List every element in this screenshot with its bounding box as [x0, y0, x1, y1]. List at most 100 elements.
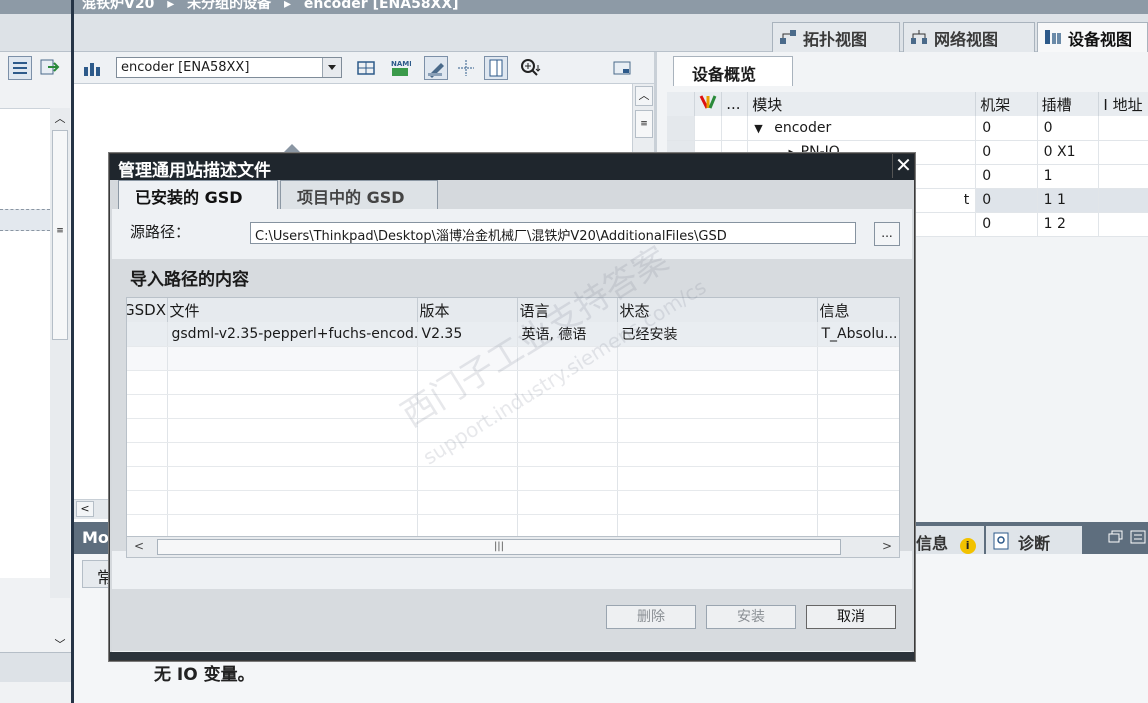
- browse-button[interactable]: ...: [874, 222, 900, 246]
- table-row[interactable]: gsdml-v2.35-pepperl+fuchs-encod... V2.35…: [127, 322, 899, 347]
- scroll-thumb[interactable]: |||: [157, 539, 841, 555]
- column-header-info[interactable]: 信息: [817, 298, 899, 322]
- table-row: [127, 514, 899, 536]
- rack-cell: 0: [975, 140, 1038, 165]
- export-icon[interactable]: [38, 56, 62, 80]
- view-tabs-bar: 拓扑视图 网络视图 设备视图: [0, 14, 1148, 52]
- table-row: [127, 442, 899, 467]
- left-scrollbar[interactable]: ︿ ≡ ﹀: [50, 108, 70, 651]
- topology-icon: [780, 30, 796, 44]
- list-view-icon[interactable]: [8, 56, 32, 80]
- info-cell: T_Absolu...: [817, 322, 899, 347]
- tab-info[interactable]: 信息 i: [912, 526, 984, 554]
- column-header-i-address[interactable]: I 地址: [1098, 92, 1148, 116]
- gsd-file-table: GSDX 文件 版本 语言 状态 信息 gsdml-v2.35-pepperl+…: [126, 297, 900, 537]
- rack-cell: 0: [975, 164, 1038, 189]
- properties-icon[interactable]: [610, 56, 634, 80]
- manage-gsd-dialog: 管理通用站描述文件 ✕ 已安装的 GSD 项目中的 GSD 源路径： C:\Us…: [109, 153, 915, 661]
- column-header-rack[interactable]: 机架: [975, 92, 1038, 116]
- breadcrumb: 混铁炉V20 ▸ 未分组的设备 ▸ encoder [ENA58XX]: [0, 0, 1148, 14]
- column-header-gsdx[interactable]: GSDX: [127, 298, 168, 322]
- column-header-slot[interactable]: 插槽: [1037, 92, 1100, 116]
- language-cell: 英语, 德语: [517, 322, 618, 347]
- rack-cell: 0: [975, 212, 1038, 237]
- left-panel: ︿ ≡ ﹀: [0, 52, 72, 703]
- column-header-blank: [667, 92, 696, 116]
- rack-cell: 0: [975, 116, 1038, 141]
- source-path-field[interactable]: C:\Users\Thinkpad\Desktop\淄博冶金机械厂\混铁炉V20…: [250, 222, 856, 244]
- table-row[interactable]: [127, 346, 899, 371]
- inspector-title: Mo: [82, 528, 109, 547]
- table-view-icon[interactable]: [354, 56, 378, 80]
- grid-icon[interactable]: [454, 56, 478, 80]
- table-row: [127, 466, 899, 491]
- tab-network-view[interactable]: 网络视图: [903, 22, 1035, 52]
- slot-cell: 0: [1037, 116, 1100, 141]
- status-icon: [699, 95, 717, 109]
- install-button[interactable]: 安装: [706, 605, 796, 629]
- close-icon[interactable]: ✕: [892, 154, 914, 178]
- device-icon: [1045, 30, 1061, 44]
- breadcrumb-group[interactable]: 未分组的设备: [187, 0, 271, 12]
- slot-cell: 1 1: [1037, 188, 1100, 213]
- column-header-status[interactable]: 状态: [617, 298, 818, 322]
- tab-installed-gsd[interactable]: 已安装的 GSD: [118, 180, 278, 209]
- left-bottom-bar: [0, 652, 72, 682]
- scroll-left-icon[interactable]: <: [129, 539, 149, 555]
- device-select[interactable]: encoder [ENA58XX]: [116, 57, 342, 78]
- restore-window-icon[interactable]: [1108, 530, 1124, 544]
- scroll-up-icon[interactable]: ︿: [52, 110, 68, 128]
- zoom-icon[interactable]: [518, 56, 542, 80]
- delete-button[interactable]: 删除: [606, 605, 696, 629]
- status-cell: 已经安装: [617, 322, 818, 347]
- diagnostics-icon: [993, 532, 1009, 550]
- table-row: [127, 370, 899, 395]
- no-io-message: 无 IO 变量。: [154, 665, 255, 685]
- breadcrumb-project[interactable]: 混铁炉V20: [82, 0, 154, 12]
- version-cell: V2.35: [417, 322, 518, 347]
- tab-diagnostics[interactable]: 诊断: [986, 526, 1082, 554]
- network-icon: [911, 30, 927, 44]
- scroll-thumb[interactable]: ≡: [635, 110, 653, 138]
- table-row[interactable]: ▼ encoder 0 0: [667, 116, 1148, 141]
- slot-cell: 1: [1037, 164, 1100, 189]
- scroll-left-icon[interactable]: <: [76, 501, 94, 517]
- tab-device-overview[interactable]: 设备概览: [673, 56, 793, 86]
- panel-menu-icon[interactable]: [1130, 530, 1146, 544]
- info-icon: i: [959, 538, 976, 554]
- tab-project-gsd[interactable]: 项目中的 GSD: [280, 180, 438, 209]
- edit-icon[interactable]: [424, 56, 448, 80]
- chevron-down-icon[interactable]: [322, 58, 341, 77]
- name-icon[interactable]: NAME: [388, 56, 414, 80]
- column-header-file[interactable]: 文件: [167, 298, 418, 322]
- column-header-more[interactable]: ...: [721, 92, 749, 116]
- content-area: GSDX 文件 版本 语言 状态 信息 gsdml-v2.35-pepperl+…: [112, 291, 912, 551]
- dialog-body: 源路径： C:\Users\Thinkpad\Desktop\淄博冶金机械厂\混…: [112, 209, 912, 659]
- dialog-footer: 删除 安装 取消: [112, 589, 912, 651]
- source-path-label: 源路径：: [130, 223, 191, 241]
- scroll-thumb[interactable]: ≡: [52, 130, 68, 340]
- page-icon[interactable]: [484, 56, 508, 80]
- column-header-language[interactable]: 语言: [517, 298, 618, 322]
- expand-down-icon[interactable]: ▼: [754, 122, 774, 135]
- table-row: [127, 490, 899, 515]
- tab-device-view[interactable]: 设备视图: [1037, 22, 1148, 52]
- breadcrumb-device[interactable]: encoder [ENA58XX]: [304, 0, 459, 12]
- editor-toolbar: encoder [ENA58XX] NAME: [74, 52, 654, 84]
- cancel-button[interactable]: 取消: [806, 605, 896, 629]
- module-cell: ▼ encoder: [747, 116, 977, 141]
- import-path-content-heading: 导入路径的内容: [112, 259, 912, 291]
- tab-topology-view[interactable]: 拓扑视图: [772, 22, 900, 52]
- slot-cell: 1 2: [1037, 212, 1100, 237]
- gsd-table-hscrollbar[interactable]: < ||| >: [126, 536, 900, 558]
- column-header-module[interactable]: 模块: [747, 92, 977, 116]
- scroll-up-icon[interactable]: ︿: [635, 86, 653, 106]
- collapse-arrow-icon[interactable]: [284, 142, 300, 152]
- slot-cell: 0 X1: [1037, 140, 1100, 165]
- dialog-title: 管理通用站描述文件: [110, 154, 914, 181]
- column-header-version[interactable]: 版本: [417, 298, 518, 322]
- scroll-right-icon[interactable]: >: [877, 539, 897, 555]
- device-tree-icon[interactable]: [80, 56, 104, 80]
- column-header-status: [694, 92, 723, 116]
- left-tree-list[interactable]: [0, 108, 50, 578]
